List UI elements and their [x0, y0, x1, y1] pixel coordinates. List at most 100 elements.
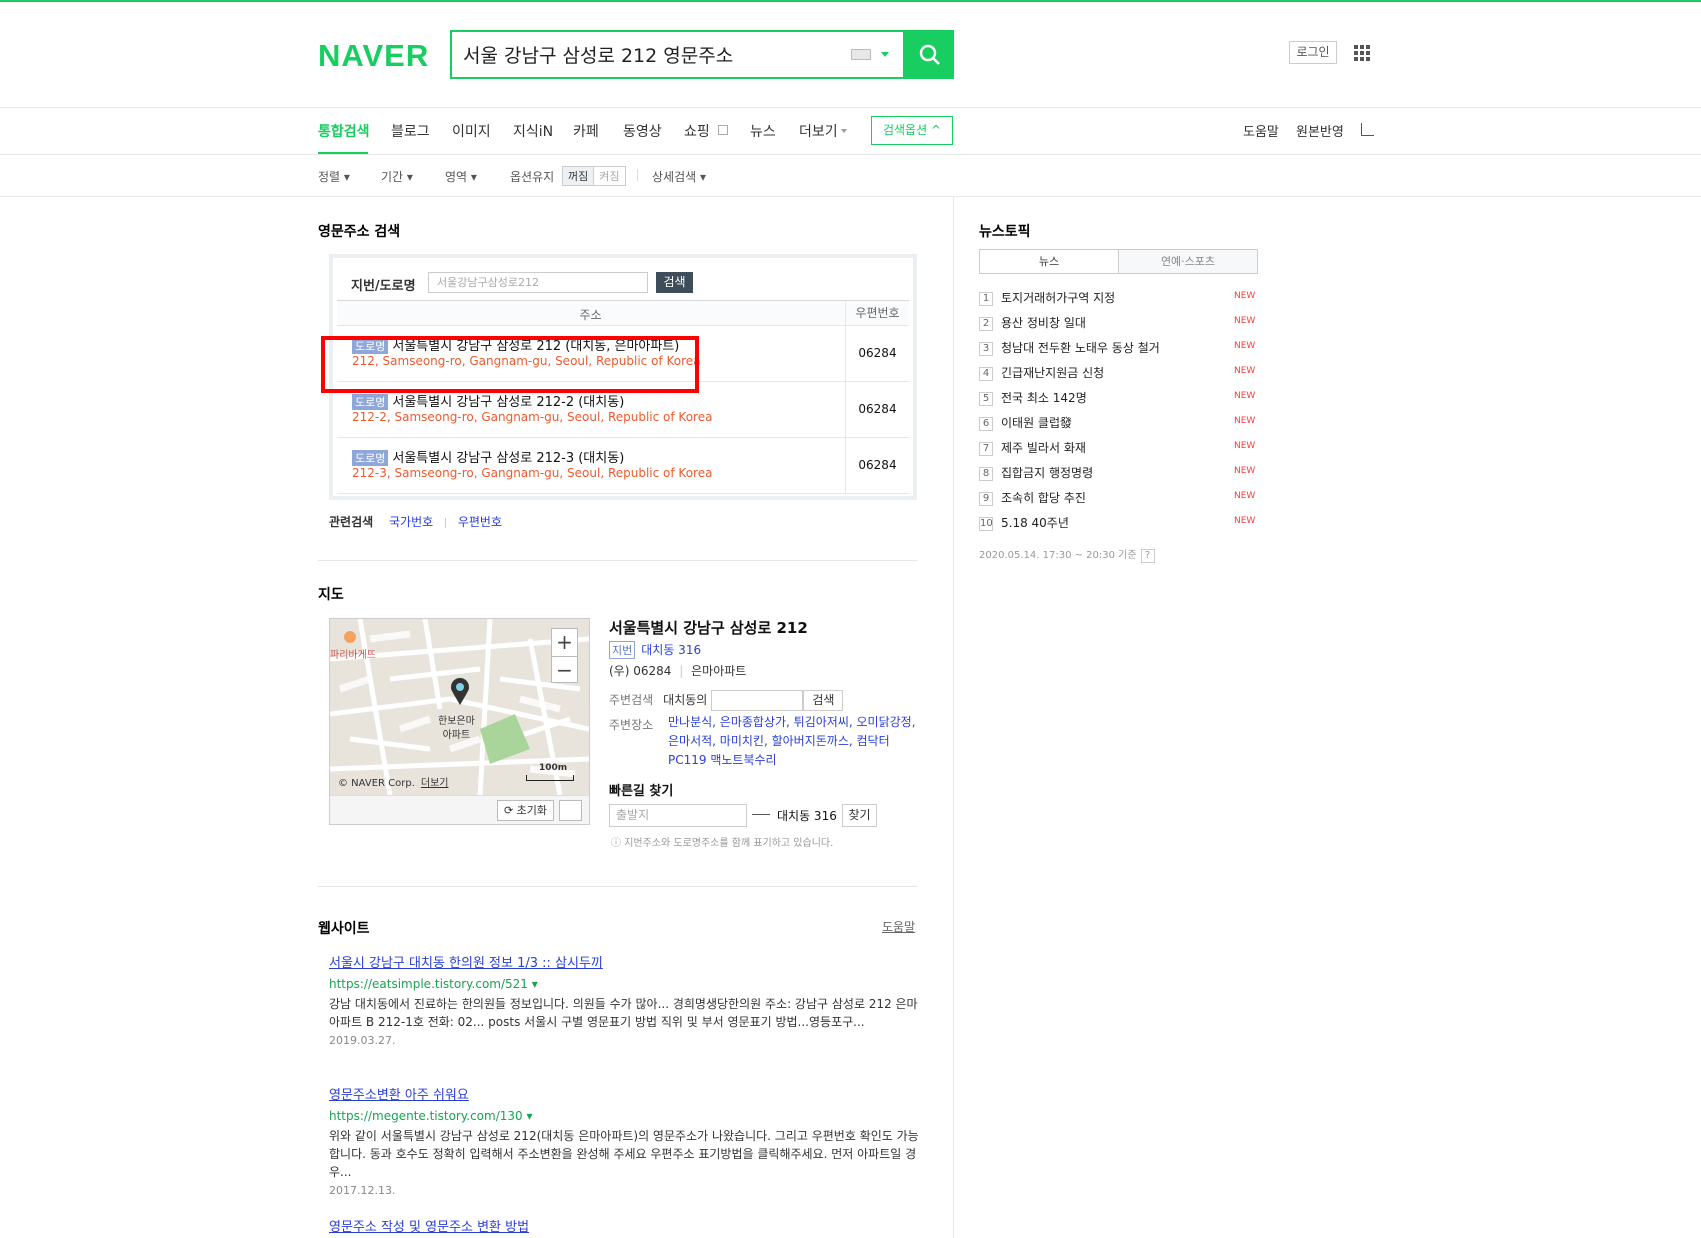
- topic-item[interactable]: 3 청남대 전두환 노태우 동상 철거 NEW: [979, 339, 1259, 357]
- tab-entertainment-sports[interactable]: 연예·스포츠: [1119, 250, 1257, 273]
- topic-item[interactable]: 4 긴급재난지원금 신청 NEW: [979, 364, 1259, 382]
- topic-text[interactable]: 토지거래허가구역 지정: [1001, 291, 1115, 305]
- tab-cafe[interactable]: 카페: [573, 121, 599, 141]
- result-url-text[interactable]: https://eatsimple.tistory.com/521: [329, 977, 528, 991]
- help-link[interactable]: 도움말: [1243, 121, 1279, 140]
- autocomplete-toggle-icon[interactable]: [881, 52, 889, 57]
- help-question-icon[interactable]: ?: [1140, 549, 1155, 563]
- search-box[interactable]: 서울 강남구 삼성로 212 영문주소: [450, 30, 905, 79]
- result-url-text[interactable]: https://megente.tistory.com/130: [329, 1109, 523, 1123]
- jibeon-address[interactable]: 대치동 316: [641, 643, 701, 657]
- topic-item[interactable]: 1 토지거래허가구역 지정 NEW: [979, 289, 1259, 307]
- toggle-off[interactable]: 꺼짐: [563, 167, 595, 185]
- websites-help-link[interactable]: 도움말: [882, 918, 915, 935]
- result-description: 위와 같이 서울특별시 강남구 삼성로 212(대치동 은마아파트)의 영문주소…: [329, 1129, 919, 1179]
- tab-news-topic[interactable]: 뉴스: [980, 250, 1119, 273]
- keep-option-toggle[interactable]: 꺼짐 켜짐: [562, 166, 626, 186]
- topic-item[interactable]: 2 용산 정비창 일대 NEW: [979, 314, 1259, 332]
- table-row: 도로명 서울특별시 강남구 삼성로 212-3 (대치동) 212-3, Sams…: [337, 438, 909, 494]
- tab-blog[interactable]: 블로그: [391, 121, 430, 141]
- tab-news[interactable]: 뉴스: [750, 121, 776, 141]
- topic-text[interactable]: 5.18 40주년: [1001, 516, 1069, 530]
- nearby-places-list[interactable]: 만나분식, 은마종합상가, 튀김아저씨, 오미닭강정, 은마서적, 마미치킨, …: [668, 713, 918, 770]
- naver-logo[interactable]: NAVER: [318, 38, 429, 74]
- result-title[interactable]: 서울시 강남구 대치동 한의원 정보 1/3 :: 삼시두끼: [329, 952, 919, 971]
- new-badge: NEW: [1234, 391, 1256, 401]
- sort-option[interactable]: 정렬 ▾: [318, 168, 350, 185]
- topic-rank: 5: [979, 391, 993, 406]
- zoom-in-button[interactable]: +: [552, 629, 577, 656]
- zip-code: 06284: [845, 382, 909, 437]
- report-link[interactable]: 원본반영: [1296, 121, 1344, 140]
- chevron-up-icon: ^: [930, 123, 942, 137]
- korean-address: 도로명 서울특별시 강남구 삼성로 212-2 (대치동): [352, 391, 624, 410]
- topic-rank: 3: [979, 341, 993, 356]
- topic-item[interactable]: 8 집합금지 행정명령 NEW: [979, 464, 1259, 482]
- keyboard-icon[interactable]: [851, 49, 871, 60]
- toggle-on[interactable]: 켜짐: [594, 167, 624, 185]
- related-search: 관련검색 국가번호 우편번호: [329, 513, 502, 530]
- tabs-divider: [0, 154, 1701, 155]
- map-footer: ⟳ 초기화: [330, 795, 589, 824]
- jibeon-line: 지번 대치동 316: [609, 641, 701, 659]
- nearby-search-button[interactable]: 검색: [803, 690, 844, 711]
- topic-text[interactable]: 용산 정비창 일대: [1001, 316, 1086, 330]
- topic-item[interactable]: 7 제주 빌라서 화재 NEW: [979, 439, 1259, 457]
- result-title[interactable]: 영문주소변환 아주 쉬워요: [329, 1084, 919, 1103]
- search-options-button[interactable]: 검색옵션 ^: [871, 116, 953, 145]
- result-title[interactable]: 영문주소 작성 및 영문주소 변환 방법: [329, 1216, 919, 1235]
- detail-search-label: 상세검색: [652, 170, 697, 184]
- nearby-search-input[interactable]: [711, 690, 804, 711]
- topic-text[interactable]: 집합금지 행정명령: [1001, 466, 1093, 480]
- address-search-button[interactable]: 검색: [656, 272, 693, 293]
- tab-kin[interactable]: 지식iN: [513, 121, 553, 141]
- tab-image[interactable]: 이미지: [452, 121, 491, 141]
- map-address-title[interactable]: 서울특별시 강남구 삼성로 212: [609, 617, 808, 638]
- topic-text[interactable]: 전국 최소 142명: [1001, 391, 1087, 405]
- topic-text[interactable]: 긴급재난지원금 신청: [1001, 366, 1104, 380]
- map-view[interactable]: 파리바게뜨 한보은마 아파트 + − © NAVER Corp. 더보기 100m…: [329, 618, 590, 825]
- address-input[interactable]: 서울강남구삼성로212: [428, 272, 648, 293]
- zoom-control: + −: [551, 628, 578, 683]
- topic-item[interactable]: 5 전국 최소 142명 NEW: [979, 389, 1259, 407]
- map-reset-button[interactable]: ⟳ 초기화: [497, 800, 554, 821]
- route-origin-input[interactable]: 출발지: [609, 804, 747, 827]
- login-button[interactable]: 로그인: [1289, 41, 1337, 64]
- topic-text[interactable]: 청남대 전두환 노태우 동상 철거: [1001, 341, 1160, 355]
- topic-item[interactable]: 10 5.18 40주년 NEW: [979, 514, 1259, 532]
- col-zip: 우편번호: [845, 301, 909, 325]
- search-input[interactable]: 서울 강남구 삼성로 212 영문주소: [452, 41, 851, 68]
- zip-separator: |: [679, 664, 684, 678]
- tab-shopping[interactable]: 쇼핑: [684, 121, 710, 141]
- tab-video[interactable]: 동영상: [623, 121, 662, 141]
- map-more-link[interactable]: 더보기: [421, 778, 449, 789]
- route-find-button[interactable]: 찾기: [842, 804, 877, 827]
- detail-search-option[interactable]: 상세검색 ▾: [652, 168, 706, 185]
- topic-rank: 2: [979, 316, 993, 331]
- topic-text[interactable]: 조속히 합당 추진: [1001, 491, 1086, 505]
- address-table: 주소 우편번호 도로명 서울특별시 강남구 삼성로 212 (대치동, 은마아파트…: [337, 300, 909, 494]
- topic-rank: 7: [979, 441, 993, 456]
- topic-item[interactable]: 9 조속히 합당 추진 NEW: [979, 489, 1259, 507]
- map-note: ⓘ 지번주소와 도로명주소를 함께 표기하고 있습니다.: [611, 834, 833, 849]
- topic-text[interactable]: 제주 빌라서 화재: [1001, 441, 1086, 455]
- minimap-button[interactable]: [559, 800, 582, 821]
- period-label: 기간: [381, 170, 404, 184]
- period-option[interactable]: 기간 ▾: [381, 168, 413, 185]
- tab-integrated[interactable]: 통합검색: [318, 121, 370, 141]
- zoom-out-button[interactable]: −: [552, 656, 577, 683]
- search-button[interactable]: [905, 30, 954, 79]
- result-description: 강남 대치동에서 진료하는 한의원들 정보입니다. 의원들 수가 많아... 경…: [329, 997, 918, 1029]
- highlight-box: [321, 336, 699, 393]
- result-url[interactable]: https://megente.tistory.com/130 ▾: [329, 1109, 919, 1123]
- apps-grid-icon[interactable]: [1354, 45, 1370, 61]
- topic-item[interactable]: 6 이태원 클럽發 NEW: [979, 414, 1259, 432]
- tab-more[interactable]: 더보기: [799, 121, 838, 141]
- topic-text[interactable]: 이태원 클럽發: [1001, 416, 1072, 430]
- related-link-country-code[interactable]: 국가번호: [389, 515, 433, 529]
- area-option[interactable]: 영역 ▾: [445, 168, 477, 185]
- related-link-zip[interactable]: 우편번호: [458, 515, 502, 529]
- result-url[interactable]: https://eatsimple.tistory.com/521 ▾: [329, 977, 919, 991]
- share-icon[interactable]: [1361, 123, 1374, 136]
- news-topic-time-text: 2020.05.14. 17:30 ~ 20:30 기준: [979, 550, 1137, 561]
